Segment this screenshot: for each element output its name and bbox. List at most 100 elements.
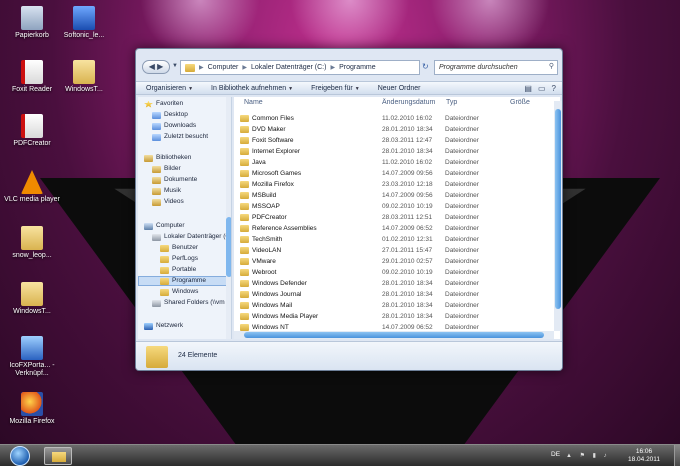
nav-pictures[interactable]: Bilder: [152, 164, 181, 174]
show-desktop-button[interactable]: [674, 445, 680, 466]
file-list-vertical-scrollbar[interactable]: [554, 101, 562, 331]
table-row[interactable]: MSBuild 14.07.2009 09:56 Dateiordner: [238, 190, 548, 201]
view-options-icon[interactable]: ▤: [524, 84, 532, 93]
table-row[interactable]: Windows Defender 28.01.2010 18:34 Dateiord…: [238, 278, 548, 289]
column-header-name[interactable]: Name: [244, 97, 263, 109]
file-list-horizontal-scrollbar[interactable]: [234, 331, 554, 339]
start-button[interactable]: [10, 446, 30, 466]
taskbar-explorer-button[interactable]: [44, 447, 72, 465]
file-type: Dateiordner: [445, 181, 479, 188]
help-icon[interactable]: ?: [552, 84, 556, 93]
folder-icon: [240, 159, 249, 166]
table-row[interactable]: DVD Maker 28.01.2010 18:34 Dateiordner: [238, 124, 548, 135]
command-bar: Organisieren ▼ In Bibliothek aufnehmen ▼ F…: [136, 81, 562, 95]
nav-music[interactable]: Musik: [152, 186, 181, 196]
table-row[interactable]: TechSmith 01.02.2010 12:31 Dateiordner: [238, 234, 548, 245]
share-with-button[interactable]: Freigeben für ▼: [311, 85, 360, 92]
nav-programme-selected[interactable]: Programme: [138, 276, 230, 286]
folder-icon: [52, 452, 66, 462]
column-header-type[interactable]: Typ: [446, 97, 457, 109]
breadcrumb-drive[interactable]: Lokaler Datenträger (C:): [251, 64, 326, 71]
desktop-icon-recycle-bin[interactable]: Papierkorb: [4, 6, 60, 40]
back-forward-buttons[interactable]: ◀ ▶: [142, 60, 170, 74]
address-bar-row: ◀ ▶ ▼ ▶ Computer ▶ Lokaler Datenträger (…: [136, 57, 562, 79]
clock-date: 18.04.2011: [628, 456, 661, 463]
file-type: Dateiordner: [445, 225, 479, 232]
folder-icon: [240, 291, 249, 298]
table-row[interactable]: Internet Explorer 28.01.2010 18:34 Dateior…: [238, 146, 548, 157]
desktop-icon-icofx[interactable]: IcoFXPorta... - Verknüpf...: [4, 336, 60, 378]
table-row[interactable]: MSSOAP 09.02.2010 10:19 Dateiordner: [238, 201, 548, 212]
desktop-icon-pdfcreator[interactable]: PDFCreator: [4, 114, 60, 148]
file-date: 28.01.2010 18:34: [382, 148, 433, 155]
nav-local-drive[interactable]: Lokaler Datenträger (C: [152, 232, 230, 242]
column-header-size[interactable]: Größe: [510, 97, 530, 109]
folder-icon: [240, 247, 249, 254]
desktop-icon-windows-theme-2[interactable]: WindowsT...: [4, 282, 60, 316]
column-header-date[interactable]: Änderungsdatum: [382, 97, 435, 109]
preview-pane-icon[interactable]: ▭: [538, 84, 546, 93]
desktop-icon-vlc[interactable]: VLC media player: [4, 170, 60, 204]
table-row[interactable]: VideoLAN 27.01.2011 15:47 Dateiordner: [238, 245, 548, 256]
table-row[interactable]: VMware 29.01.2010 02:57 Dateiordner: [238, 256, 548, 267]
desktop-icon-windows-theme[interactable]: WindowsT...: [56, 60, 112, 94]
nav-users[interactable]: Benutzer: [160, 243, 198, 253]
nav-shared-folders[interactable]: Shared Folders (\\vm: [152, 298, 225, 308]
search-input[interactable]: Programme durchsuchen ⚲: [434, 60, 558, 75]
file-date: 01.02.2010 12:31: [382, 236, 433, 243]
table-row[interactable]: PDFCreator 28.03.2011 12:51 Dateiordner: [238, 212, 548, 223]
table-row[interactable]: Microsoft Games 14.07.2009 09:56 Dateiordn…: [238, 168, 548, 179]
table-row[interactable]: Foxit Software 28.03.2011 12:47 Dateiordne…: [238, 135, 548, 146]
explorer-window[interactable]: ◀ ▶ ▼ ▶ Computer ▶ Lokaler Datenträger (…: [135, 48, 563, 371]
nav-perflogs[interactable]: PerfLogs: [160, 254, 198, 264]
breadcrumb[interactable]: ▶ Computer ▶ Lokaler Datenträger (C:) ▶ …: [180, 60, 420, 75]
documents-icon: [152, 176, 161, 184]
breadcrumb-programme[interactable]: Programme: [339, 64, 376, 71]
nav-windows[interactable]: Windows: [160, 287, 198, 297]
nav-pane-scroll-thumb[interactable]: [226, 217, 231, 277]
desktop-icon-softonic[interactable]: Softonic_le...: [56, 6, 112, 40]
nav-pane-scrollbar[interactable]: [226, 97, 231, 339]
nav-computer[interactable]: Computer: [144, 221, 185, 231]
desktop-icon-snow-leopard[interactable]: snow_leop...: [4, 226, 60, 260]
recent-pages-dropdown-icon[interactable]: ▼: [172, 63, 178, 69]
table-row[interactable]: Windows Media Player 28.01.2010 18:34 Date…: [238, 311, 548, 322]
desktop-icon-foxit[interactable]: Foxit Reader: [4, 60, 60, 94]
table-row[interactable]: Common Files 11.02.2010 16:02 Dateiordner: [238, 113, 548, 124]
taskbar: DE ▲ ⚑ ▮ ♪ 16:06 18.04.2011: [0, 444, 680, 466]
tray-icons[interactable]: ▲ ⚑ ▮ ♪: [566, 452, 610, 459]
nav-documents[interactable]: Dokumente: [152, 175, 197, 185]
nav-libraries[interactable]: Bibliotheken: [144, 153, 191, 163]
language-indicator[interactable]: DE: [551, 451, 560, 458]
vertical-scroll-thumb[interactable]: [555, 109, 561, 309]
horizontal-scroll-thumb[interactable]: [244, 332, 544, 338]
desktop-icon-firefox[interactable]: Mozilla Firefox: [4, 392, 60, 426]
table-row[interactable]: Windows Mail 28.01.2010 18:34 Dateiordner: [238, 300, 548, 311]
nav-network[interactable]: Netzwerk: [144, 321, 183, 331]
clock-time: 16:06: [635, 448, 653, 455]
folder-icon: [240, 192, 249, 199]
new-folder-button[interactable]: Neuer Ordner: [378, 85, 421, 92]
include-in-library-button[interactable]: In Bibliothek aufnehmen ▼: [211, 85, 293, 92]
file-type: Dateiordner: [445, 148, 479, 155]
breadcrumb-computer[interactable]: Computer: [208, 64, 239, 71]
table-row[interactable]: Windows Journal 28.01.2010 18:34 Dateiordn…: [238, 289, 548, 300]
clock[interactable]: 16:06 18.04.2011: [628, 448, 660, 464]
file-type: Dateiordner: [445, 269, 479, 276]
nav-desktop[interactable]: Desktop: [152, 110, 188, 120]
nav-favorites[interactable]: Favoriten: [144, 99, 183, 109]
nav-videos[interactable]: Videos: [152, 197, 184, 207]
nav-recent[interactable]: Zuletzt besucht: [152, 132, 208, 142]
file-name: Windows Journal: [252, 291, 302, 298]
refresh-icon[interactable]: ↻: [422, 62, 430, 71]
file-name: Microsoft Games: [252, 170, 302, 177]
organize-button[interactable]: Organisieren ▼: [146, 85, 193, 92]
folder-icon: [240, 324, 249, 331]
table-row[interactable]: Mozilla Firefox 23.03.2010 12:18 Dateiordn…: [238, 179, 548, 190]
file-date: 28.01.2010 18:34: [382, 313, 433, 320]
nav-portable[interactable]: Portable: [160, 265, 196, 275]
nav-downloads[interactable]: Downloads: [152, 121, 196, 131]
table-row[interactable]: Webroot 09.02.2010 10:19 Dateiordner: [238, 267, 548, 278]
table-row[interactable]: Reference Assemblies 14.07.2009 06:52 Date…: [238, 223, 548, 234]
table-row[interactable]: Java 11.02.2010 16:02 Dateiordner: [238, 157, 548, 168]
